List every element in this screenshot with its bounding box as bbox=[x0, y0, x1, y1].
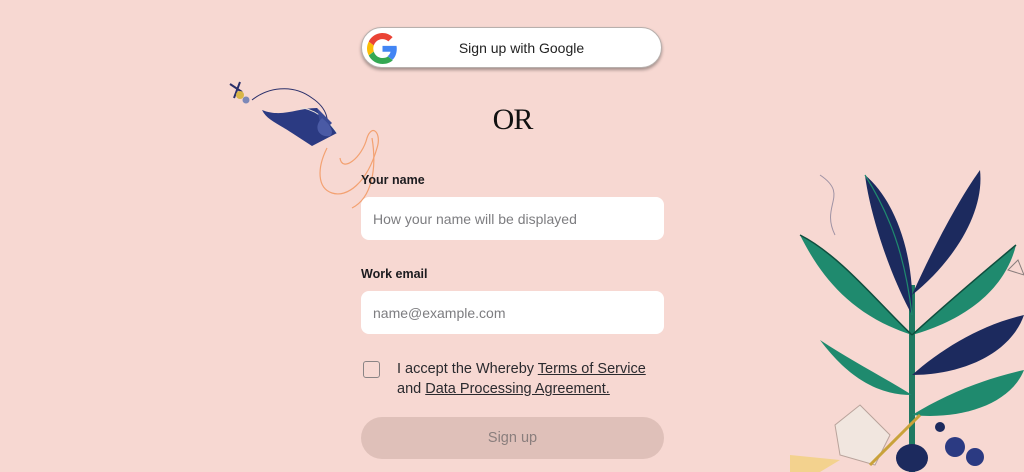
or-divider: OR bbox=[492, 103, 534, 136]
google-g-icon bbox=[367, 33, 397, 64]
terms-text: I accept the Whereby Terms of Service an… bbox=[397, 359, 667, 399]
name-input[interactable] bbox=[361, 197, 664, 240]
terms-checkbox[interactable] bbox=[363, 361, 380, 378]
google-signup-button[interactable]: Sign up with Google bbox=[361, 27, 662, 68]
terms-prefix: I accept the Whereby bbox=[397, 361, 538, 377]
google-signup-label: Sign up with Google bbox=[458, 39, 585, 56]
plant-illustration bbox=[790, 170, 1024, 472]
email-field-label: Work email bbox=[361, 267, 428, 281]
email-input[interactable] bbox=[361, 291, 664, 334]
name-field-label: Your name bbox=[361, 173, 425, 187]
signup-button[interactable]: Sign up bbox=[361, 417, 664, 459]
terms-of-service-link[interactable]: Terms of Service bbox=[538, 361, 646, 377]
terms-middle: and bbox=[397, 381, 426, 397]
data-processing-agreement-link[interactable]: Data Processing Agreement. bbox=[425, 381, 610, 397]
